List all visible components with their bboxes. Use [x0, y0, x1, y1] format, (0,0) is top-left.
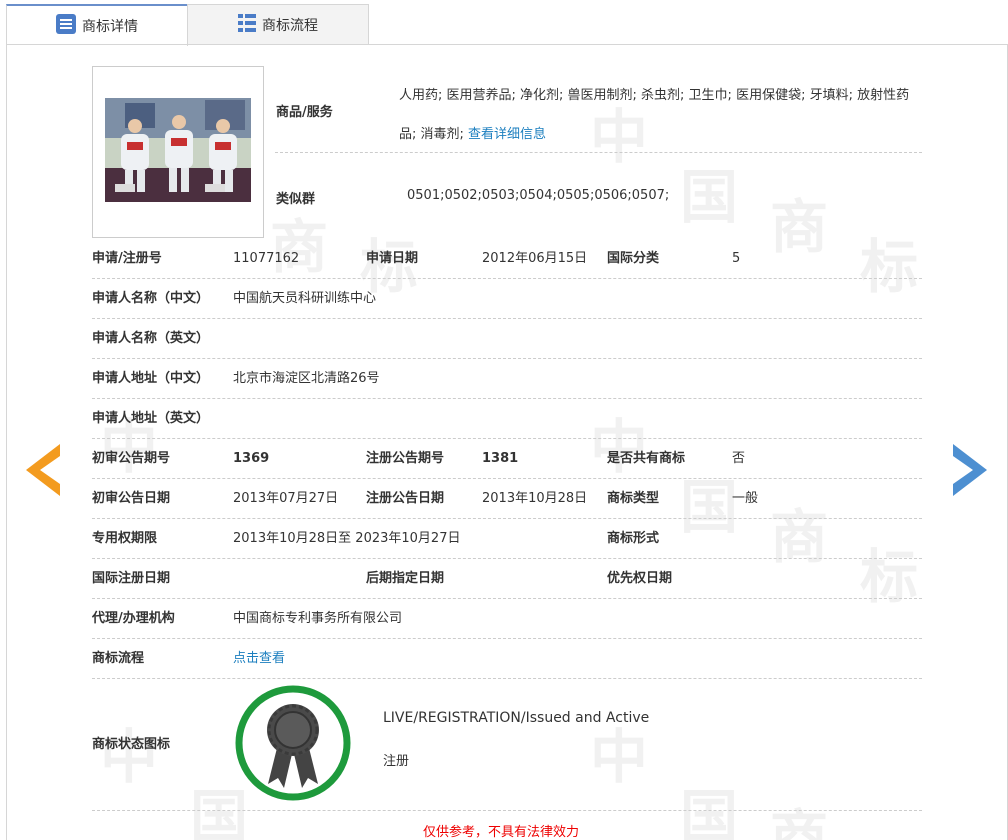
list-icon: [56, 14, 76, 38]
registered-seal-icon: [234, 684, 352, 802]
info-row: 专用权期限 2013年10月28日至 2023年10月27日 商标形式: [92, 519, 922, 559]
status-text-en: LIVE/REGISTRATION/Issued and Active: [383, 710, 650, 726]
reg-no-label: 申请/注册号: [92, 251, 162, 266]
apply-date-label: 申请日期: [366, 251, 419, 266]
shared-label: 是否共有商标: [607, 451, 686, 466]
info-row: 申请人地址（中文） 北京市海淀区北清路26号: [92, 359, 922, 399]
similar-group-value: 0501;0502;0503;0504;0505;0506;0507;: [407, 188, 670, 203]
applicant-cn-value: 中国航天员科研训练中心: [233, 291, 377, 306]
info-row: 申请人名称（中文） 中国航天员科研训练中心: [92, 279, 922, 319]
intl-reg-date-label: 国际注册日期: [92, 571, 171, 586]
reg-issue-value: 1381: [482, 451, 519, 466]
info-row: 国际注册日期 后期指定日期 优先权日期: [92, 559, 922, 599]
info-row: 初审公告日期 2013年07月27日 注册公告日期 2013年10月28日 商标…: [92, 479, 922, 519]
shared-value: 否: [732, 451, 746, 466]
intl-class-label: 国际分类: [607, 251, 660, 266]
disclaimer-text: 仅供参考，不具有法律效力: [423, 825, 580, 840]
goods-services-value: 人用药; 医用营养品; 净化剂; 兽医用制剂; 杀虫剂; 卫生巾; 医用保健袋;…: [399, 76, 923, 154]
grid-icon: [238, 13, 256, 36]
agent-value: 中国商标专利事务所有限公司: [233, 611, 403, 626]
address-en-label: 申请人地址（英文）: [92, 411, 210, 426]
info-row: 申请人名称（英文）: [92, 319, 922, 359]
reg-issue-label: 注册公告期号: [366, 451, 445, 466]
tab-trademark-details[interactable]: 商标详情: [6, 4, 188, 46]
view-details-link[interactable]: 查看详细信息: [468, 127, 546, 142]
tab-label: 商标流程: [262, 17, 318, 34]
tm-type-value: 一般: [732, 491, 759, 506]
next-arrow-icon[interactable]: [953, 444, 987, 496]
address-cn-label: 申请人地址（中文）: [92, 371, 210, 386]
divider: [275, 152, 922, 153]
tab-bar: 商标详情 商标流程: [6, 4, 369, 46]
reg-date-label: 注册公告日期: [366, 491, 445, 506]
tm-type-label: 商标类型: [607, 491, 660, 506]
similar-group-label: 类似群: [276, 192, 316, 207]
info-row: 商标流程 点击查看: [92, 639, 922, 679]
tab-trademark-flow[interactable]: 商标流程: [187, 4, 369, 45]
status-row: 商标状态图标 LIVE/REGISTRATION/Issued and Acti…: [92, 680, 922, 811]
priority-date-label: 优先权日期: [607, 571, 673, 586]
goods-services-label: 商品/服务: [276, 105, 333, 120]
status-text-cn: 注册: [383, 754, 410, 769]
reg-date-value: 2013年10月28日: [482, 491, 588, 506]
view-flow-link[interactable]: 点击查看: [233, 639, 285, 679]
status-icon-label: 商标状态图标: [92, 737, 171, 752]
prelim-date-label: 初审公告日期: [92, 491, 171, 506]
reg-no-value: 11077162: [233, 251, 300, 266]
info-row: 代理/办理机构 中国商标专利事务所有限公司: [92, 599, 922, 639]
applicant-en-label: 申请人名称（英文）: [92, 331, 210, 346]
info-row: 申请人地址（英文）: [92, 399, 922, 439]
trademark-image: [105, 98, 251, 202]
prelim-issue-value: 1369: [233, 451, 270, 466]
applicant-cn-label: 申请人名称（中文）: [92, 291, 210, 306]
exclusive-period-label: 专用权期限: [92, 531, 158, 546]
agent-label: 代理/办理机构: [92, 611, 175, 626]
flow-label: 商标流程: [92, 651, 145, 666]
info-row: 申请/注册号 11077162 申请日期 2012年06月15日 国际分类 5: [92, 239, 922, 279]
later-date-label: 后期指定日期: [366, 571, 445, 586]
info-row: 初审公告期号 1369 注册公告期号 1381 是否共有商标 否: [92, 439, 922, 479]
trademark-image-frame: [92, 66, 264, 238]
previous-arrow-icon[interactable]: [26, 444, 60, 496]
apply-date-value: 2012年06月15日: [482, 251, 588, 266]
exclusive-period-value: 2013年10月28日至 2023年10月27日: [233, 531, 461, 546]
prelim-issue-label: 初审公告期号: [92, 451, 171, 466]
prelim-date-value: 2013年07月27日: [233, 491, 339, 506]
intl-class-value: 5: [732, 251, 741, 266]
address-cn-value: 北京市海淀区北清路26号: [233, 371, 380, 386]
tm-form-label: 商标形式: [607, 531, 660, 546]
tab-label: 商标详情: [82, 19, 138, 35]
